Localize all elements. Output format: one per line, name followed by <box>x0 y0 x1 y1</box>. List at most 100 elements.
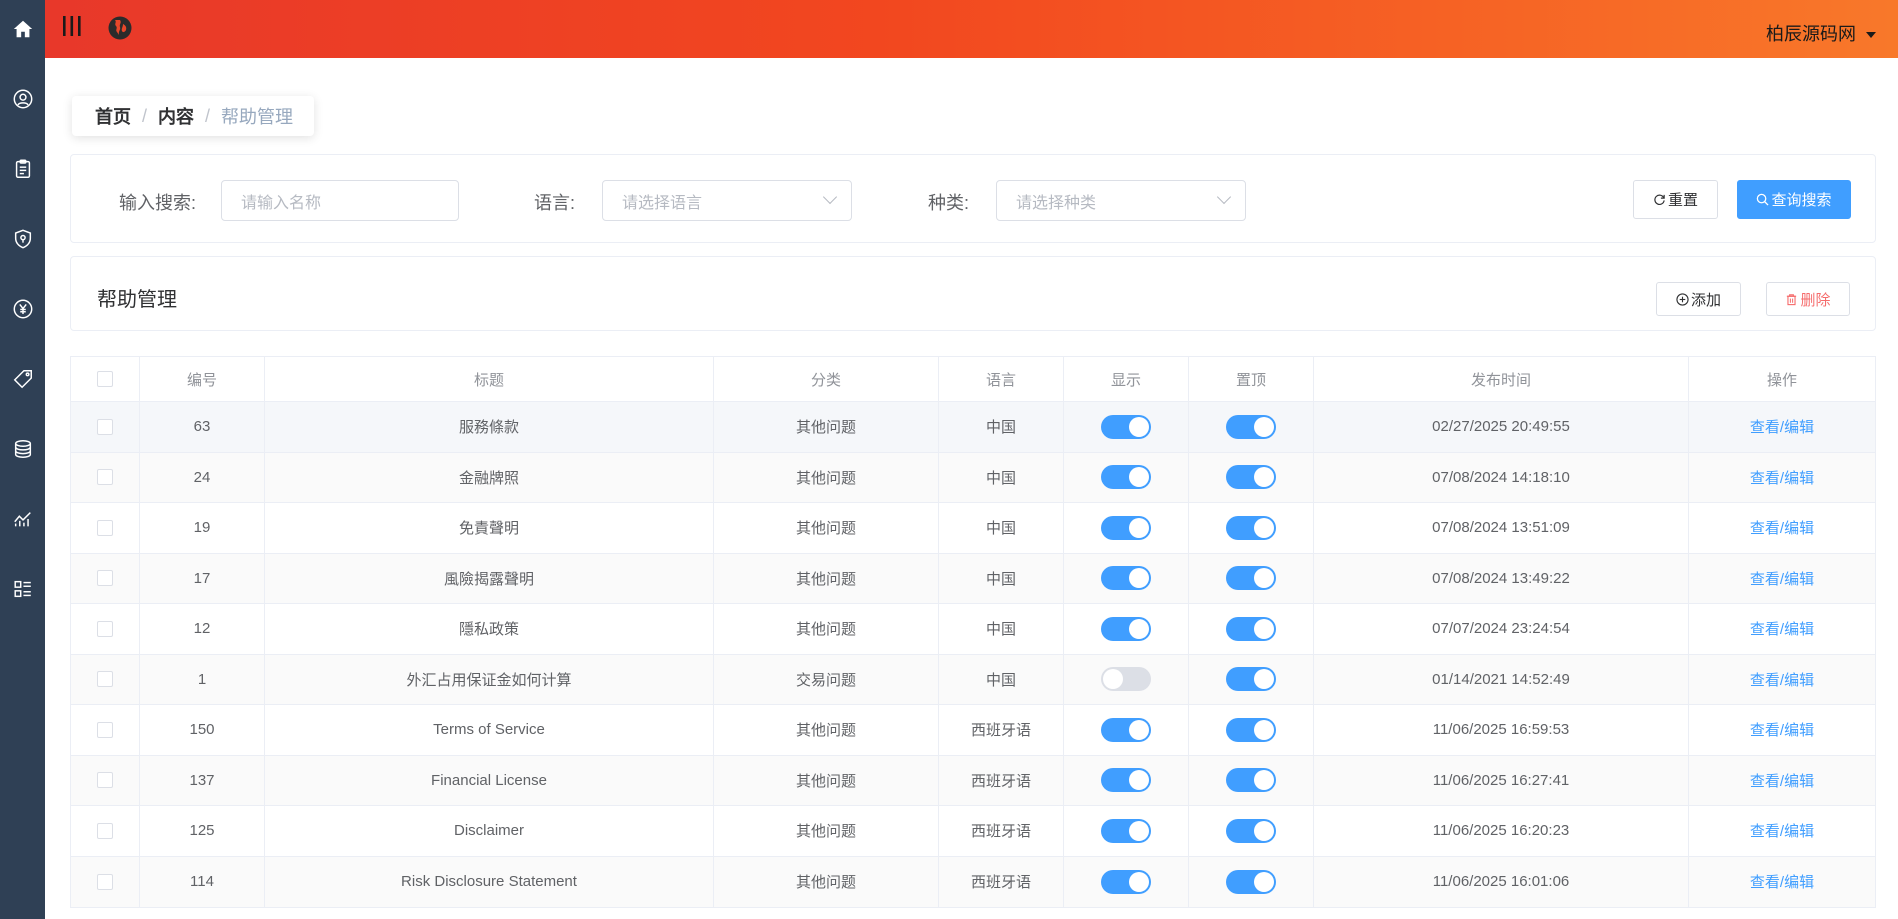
row-checkbox[interactable] <box>97 772 113 789</box>
view-edit-link[interactable]: 查看/编辑 <box>1750 871 1814 892</box>
globe-icon[interactable] <box>107 15 133 41</box>
cell-id: 19 <box>140 503 265 553</box>
cell-top <box>1189 503 1314 553</box>
keyword-label: 输入搜索: <box>119 193 197 213</box>
view-edit-link[interactable]: 查看/编辑 <box>1750 568 1814 589</box>
breadcrumb-section[interactable]: 内容 <box>158 103 194 129</box>
row-checkbox[interactable] <box>97 570 113 587</box>
list-icon[interactable] <box>10 576 35 601</box>
pin-toggle[interactable] <box>1226 414 1276 439</box>
language-label: 语言: <box>534 193 576 213</box>
cell-top <box>1189 654 1314 704</box>
cell-time: 07/08/2024 13:51:09 <box>1314 503 1689 553</box>
show-toggle[interactable] <box>1101 717 1151 742</box>
coins-icon[interactable] <box>10 436 35 461</box>
cell-language: 中国 <box>939 553 1064 603</box>
row-checkbox-cell <box>71 654 140 704</box>
category-select[interactable]: 请选择种类 <box>996 180 1246 221</box>
row-checkbox-cell <box>71 402 140 452</box>
pin-toggle[interactable] <box>1226 616 1276 641</box>
language-select[interactable]: 请选择语言 <box>602 180 852 221</box>
column-header: 置顶 <box>1189 357 1314 401</box>
row-checkbox[interactable] <box>97 519 113 536</box>
reset-button[interactable]: 重置 <box>1633 180 1718 219</box>
row-checkbox[interactable] <box>97 469 113 486</box>
add-button[interactable]: 添加 <box>1656 282 1741 316</box>
cell-id: 63 <box>140 402 265 452</box>
select-all-checkbox[interactable] <box>97 371 113 387</box>
sidebar <box>0 0 45 919</box>
delete-button[interactable]: 删除 <box>1766 282 1850 316</box>
user-circle-icon[interactable] <box>10 86 35 111</box>
pin-toggle[interactable] <box>1226 515 1276 540</box>
cell-language: 中国 <box>939 402 1064 452</box>
show-toggle[interactable] <box>1101 818 1151 843</box>
view-edit-link[interactable]: 查看/编辑 <box>1750 416 1814 437</box>
cell-top <box>1189 806 1314 856</box>
show-toggle[interactable] <box>1101 667 1151 692</box>
keyword-input[interactable]: 请输入名称 <box>221 180 459 221</box>
show-toggle[interactable] <box>1101 768 1151 793</box>
tag-icon[interactable] <box>10 366 35 391</box>
cell-top <box>1189 553 1314 603</box>
cell-time: 01/14/2021 14:52:49 <box>1314 654 1689 704</box>
cell-language: 中国 <box>939 503 1064 553</box>
pin-toggle[interactable] <box>1226 667 1276 692</box>
pin-toggle[interactable] <box>1226 717 1276 742</box>
cell-action: 查看/编辑 <box>1689 655 1875 705</box>
cell-id: 12 <box>140 604 265 654</box>
menu-toggle-icon[interactable] <box>61 14 83 38</box>
cell-action: 查看/编辑 <box>1689 705 1875 755</box>
user-menu[interactable]: 柏辰源码网 <box>1766 20 1876 46</box>
cell-action: 查看/编辑 <box>1689 806 1875 856</box>
cell-category: 其他问题 <box>714 856 939 907</box>
pin-toggle[interactable] <box>1226 869 1276 894</box>
cell-category: 其他问题 <box>714 503 939 553</box>
show-toggle[interactable] <box>1101 566 1151 591</box>
search-icon <box>1757 193 1770 206</box>
pin-toggle[interactable] <box>1226 818 1276 843</box>
cell-top <box>1189 402 1314 452</box>
view-edit-link[interactable]: 查看/编辑 <box>1750 770 1814 791</box>
home-icon[interactable] <box>10 16 35 41</box>
shield-icon[interactable] <box>10 226 35 251</box>
cell-language: 中国 <box>939 452 1064 502</box>
view-edit-link[interactable]: 查看/编辑 <box>1750 719 1814 740</box>
pin-toggle[interactable] <box>1226 465 1276 490</box>
breadcrumb-home[interactable]: 首页 <box>95 103 131 129</box>
clipboard-icon[interactable] <box>10 156 35 181</box>
cell-language: 西班牙语 <box>939 856 1064 907</box>
row-checkbox-cell <box>71 705 140 755</box>
show-toggle[interactable] <box>1101 869 1151 894</box>
view-edit-link[interactable]: 查看/编辑 <box>1750 669 1814 690</box>
show-toggle[interactable] <box>1101 616 1151 641</box>
cell-show <box>1064 806 1189 856</box>
row-checkbox-cell <box>71 604 140 654</box>
cell-title: Risk Disclosure Statement <box>265 856 714 907</box>
row-checkbox[interactable] <box>97 822 113 839</box>
row-checkbox[interactable] <box>97 873 113 890</box>
cell-id: 1 <box>140 654 265 704</box>
row-checkbox[interactable] <box>97 620 113 637</box>
show-toggle[interactable] <box>1101 465 1151 490</box>
language-placeholder: 请选择语言 <box>622 194 703 212</box>
column-header: 发布时间 <box>1314 357 1689 401</box>
row-checkbox[interactable] <box>97 671 113 688</box>
row-checkbox[interactable] <box>97 721 113 738</box>
show-toggle[interactable] <box>1101 414 1151 439</box>
view-edit-link[interactable]: 查看/编辑 <box>1750 467 1814 488</box>
cell-id: 137 <box>140 755 265 805</box>
search-button[interactable]: 查询搜索 <box>1737 180 1851 219</box>
cell-time: 11/06/2025 16:59:53 <box>1314 705 1689 755</box>
yen-icon[interactable] <box>10 296 35 321</box>
chart-line-icon[interactable] <box>10 506 35 531</box>
row-checkbox[interactable] <box>97 418 113 435</box>
pin-toggle[interactable] <box>1226 768 1276 793</box>
pin-toggle[interactable] <box>1226 566 1276 591</box>
view-edit-link[interactable]: 查看/编辑 <box>1750 820 1814 841</box>
show-toggle[interactable] <box>1101 515 1151 540</box>
category-placeholder: 请选择种类 <box>1016 194 1097 212</box>
view-edit-link[interactable]: 查看/编辑 <box>1750 517 1814 538</box>
cell-language: 中国 <box>939 604 1064 654</box>
view-edit-link[interactable]: 查看/编辑 <box>1750 618 1814 639</box>
